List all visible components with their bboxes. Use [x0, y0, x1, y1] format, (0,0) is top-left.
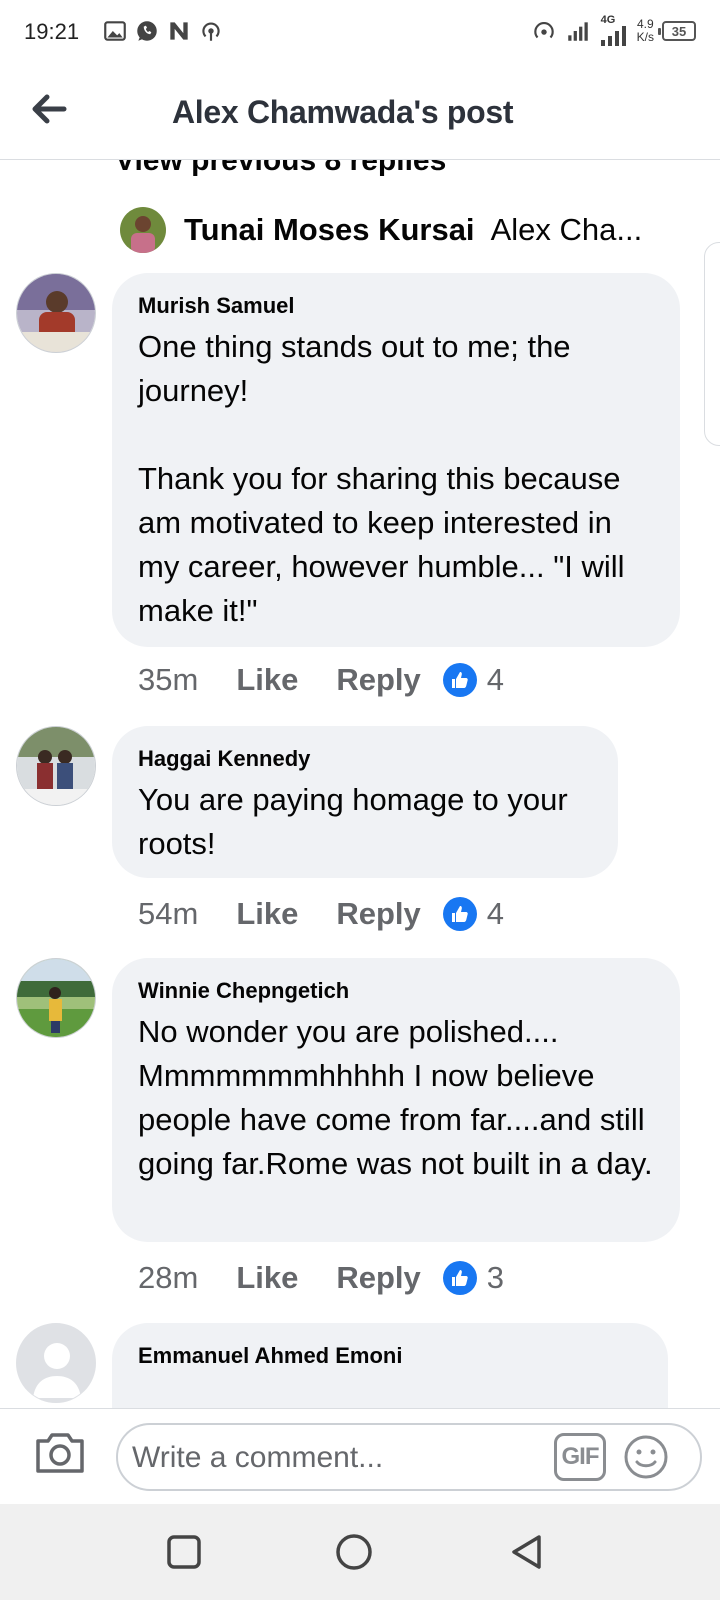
side-panel-edge: [704, 242, 720, 446]
comment-actions: 28m Like Reply 3: [138, 1258, 504, 1298]
reply-button[interactable]: Reply: [336, 1260, 420, 1296]
like-button[interactable]: Like: [236, 896, 298, 932]
default-avatar-icon: [17, 1324, 95, 1402]
reply-preview[interactable]: Tunai Moses Kursai Alex Cha...: [120, 207, 642, 253]
comment-author[interactable]: Emmanuel Ahmed Emoni: [138, 1343, 642, 1369]
reaction-count[interactable]: 3: [487, 1260, 504, 1296]
hotspot-icon: [202, 22, 220, 41]
triangle-back-icon: [512, 1535, 541, 1569]
reply-preview-author[interactable]: Tunai Moses Kursai: [184, 212, 475, 248]
view-previous-replies-link[interactable]: View previous 8 replies: [115, 160, 446, 178]
page-title: Alex Chamwada's post: [172, 94, 514, 130]
reply-button[interactable]: Reply: [336, 896, 420, 932]
circle-icon: [336, 1534, 372, 1570]
comment-input[interactable]: Write a comment... GIF: [116, 1423, 702, 1491]
like-button[interactable]: Like: [236, 1260, 298, 1296]
comment-bubble[interactable]: Winnie Chepngetich No wonder you are pol…: [112, 958, 680, 1242]
system-nav-bar: [0, 1504, 720, 1600]
avatar[interactable]: [120, 207, 166, 253]
like-reaction-icon[interactable]: [442, 1261, 477, 1295]
like-button[interactable]: Like: [236, 662, 298, 698]
n-app-icon: [170, 22, 188, 40]
camera-icon: [36, 1433, 84, 1473]
avatar[interactable]: [16, 273, 96, 353]
comment-author[interactable]: Murish Samuel: [138, 293, 654, 319]
back-button[interactable]: [26, 86, 72, 132]
avatar[interactable]: [16, 958, 96, 1038]
camera-button[interactable]: [34, 1429, 86, 1477]
gif-button[interactable]: GIF: [554, 1433, 606, 1481]
hotspot-status-icon: [533, 22, 554, 39]
emoji-button[interactable]: [622, 1433, 670, 1481]
arrow-left-icon: [32, 94, 67, 124]
avatar[interactable]: [16, 726, 96, 806]
comment-actions: 54m Like Reply 4: [138, 894, 504, 934]
avatar[interactable]: [16, 1323, 96, 1403]
comments-list[interactable]: View previous 8 replies Tunai Moses Kurs…: [0, 160, 720, 1408]
signal-4g-icon: 4G: [599, 14, 629, 48]
reply-button[interactable]: Reply: [336, 662, 420, 698]
home-button[interactable]: [334, 1532, 374, 1572]
smiley-icon: [624, 1435, 668, 1479]
status-time: 19:21: [24, 19, 80, 44]
comment-text: No wonder you are polished.... Mmmmmmmhh…: [138, 1014, 653, 1181]
comment-author[interactable]: Winnie Chepngetich: [138, 978, 654, 1004]
comment-timestamp[interactable]: 35m: [138, 662, 198, 698]
comment-text: You are paying homage to your roots!: [138, 782, 568, 861]
whatsapp-icon: [137, 21, 157, 41]
comment-composer: Write a comment... GIF: [0, 1408, 720, 1498]
gallery-icon: [104, 21, 126, 41]
like-reaction-icon[interactable]: [442, 663, 477, 697]
like-reaction-icon[interactable]: [442, 897, 477, 931]
network-speed: 4.9 K/s: [636, 17, 654, 44]
system-back-button[interactable]: [506, 1532, 546, 1572]
comment-timestamp[interactable]: 54m: [138, 896, 198, 932]
comment-timestamp[interactable]: 28m: [138, 1260, 198, 1296]
recents-button[interactable]: [164, 1532, 204, 1572]
reaction-count[interactable]: 4: [487, 896, 504, 932]
comment-input-placeholder: Write a comment...: [132, 1441, 384, 1474]
status-bar: 19:21 4G 4.9 K/s 35: [0, 0, 720, 64]
app-header: Alex Chamwada's post: [0, 64, 720, 160]
reaction-count[interactable]: 4: [487, 662, 504, 698]
comment-text: One thing stands out to me; the journey!…: [138, 329, 625, 628]
battery-icon: 35: [658, 21, 696, 41]
reply-preview-text: Alex Cha...: [490, 212, 643, 247]
signal-icon: [567, 22, 588, 41]
comment-bubble[interactable]: Murish Samuel One thing stands out to me…: [112, 273, 680, 647]
comment-bubble[interactable]: Emmanuel Ahmed Emoni: [112, 1323, 668, 1408]
comment-bubble[interactable]: Haggai Kennedy You are paying homage to …: [112, 726, 618, 878]
comment-actions: 35m Like Reply 4: [138, 660, 504, 700]
comment-author[interactable]: Haggai Kennedy: [138, 746, 592, 772]
square-icon: [167, 1535, 201, 1569]
